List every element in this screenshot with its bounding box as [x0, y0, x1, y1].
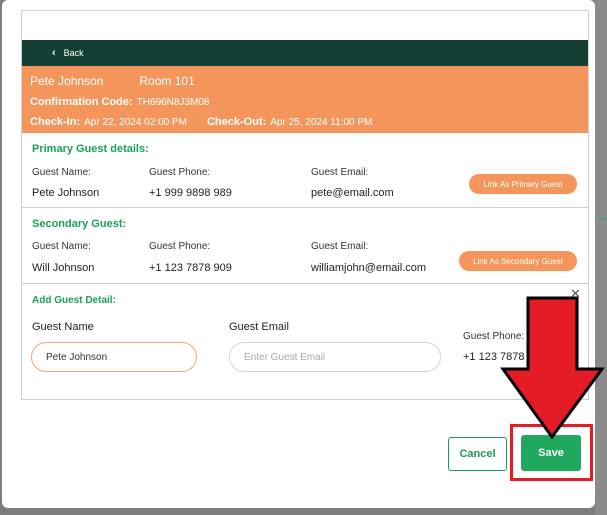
- secondary-phone-label: Guest Phone:: [149, 241, 211, 252]
- checkout-value: Apr 25, 2024 11:00 PM: [270, 117, 373, 128]
- primary-name-label: Guest Name:: [32, 167, 91, 178]
- banner-row-confirmation: Confirmation Code: TH696N8J3M08: [30, 96, 209, 108]
- secondary-phone-value: +1 123 7878 909: [149, 262, 232, 274]
- primary-guest-section: Primary Guest details: Guest Name: Pete …: [22, 133, 588, 208]
- save-button[interactable]: Save: [521, 435, 581, 471]
- secondary-guest-section: Secondary Guest: Guest Name: Will Johnso…: [22, 208, 588, 284]
- primary-email-value: pete@email.com: [311, 187, 394, 199]
- primary-phone-value: +1 999 9898 989: [149, 187, 232, 199]
- guest-name-input[interactable]: [31, 342, 197, 372]
- guest-email-label: Guest Email: [229, 321, 289, 333]
- chevron-left-icon[interactable]: ‹: [52, 47, 56, 59]
- add-guest-title: Add Guest Detail:: [32, 295, 116, 306]
- banner-guest-name: Pete Johnson: [30, 74, 104, 88]
- secondary-name-label: Guest Name:: [32, 241, 91, 252]
- primary-email-label: Guest Email:: [311, 167, 369, 178]
- checkin-label: Check-In:: [30, 116, 81, 128]
- primary-phone-label: Guest Phone:: [149, 167, 211, 178]
- secondary-guest-title: Secondary Guest:: [32, 218, 127, 230]
- back-bar[interactable]: ‹ Back: [22, 40, 588, 66]
- secondary-name-value: Will Johnson: [32, 262, 95, 274]
- link-secondary-guest-button[interactable]: Link As Secondary Guest: [459, 251, 577, 271]
- secondary-email-value: williamjohn@email.com: [311, 262, 427, 274]
- banner-row-dates: Check-In: Apr 22, 2024 02:00 PM Check-Ou…: [30, 116, 372, 128]
- banner-row-guest: Pete Johnson Room 101: [30, 74, 195, 88]
- booking-banner: Pete Johnson Room 101 Confirmation Code:…: [22, 66, 588, 133]
- checkin-value: Apr 22, 2024 02:00 PM: [84, 117, 187, 128]
- secondary-email-label: Guest Email:: [311, 241, 369, 252]
- guest-name-label: Guest Name: [32, 321, 94, 333]
- banner-room: Room 101: [139, 74, 195, 88]
- back-link[interactable]: Back: [64, 48, 84, 58]
- link-primary-guest-button[interactable]: Link As Primary Guest: [469, 174, 577, 194]
- cancel-button[interactable]: Cancel: [448, 437, 507, 471]
- checkout-label: Check-Out:: [206, 116, 267, 128]
- confirmation-code: TH696N8J3M08: [136, 97, 210, 108]
- annotation-arrow-down-icon: [500, 296, 605, 440]
- primary-name-value: Pete Johnson: [32, 187, 100, 199]
- primary-guest-title: Primary Guest details:: [32, 143, 149, 155]
- confirmation-label: Confirmation Code:: [30, 96, 133, 108]
- guest-email-input[interactable]: [229, 342, 441, 372]
- backdrop-accent-line: [599, 218, 607, 220]
